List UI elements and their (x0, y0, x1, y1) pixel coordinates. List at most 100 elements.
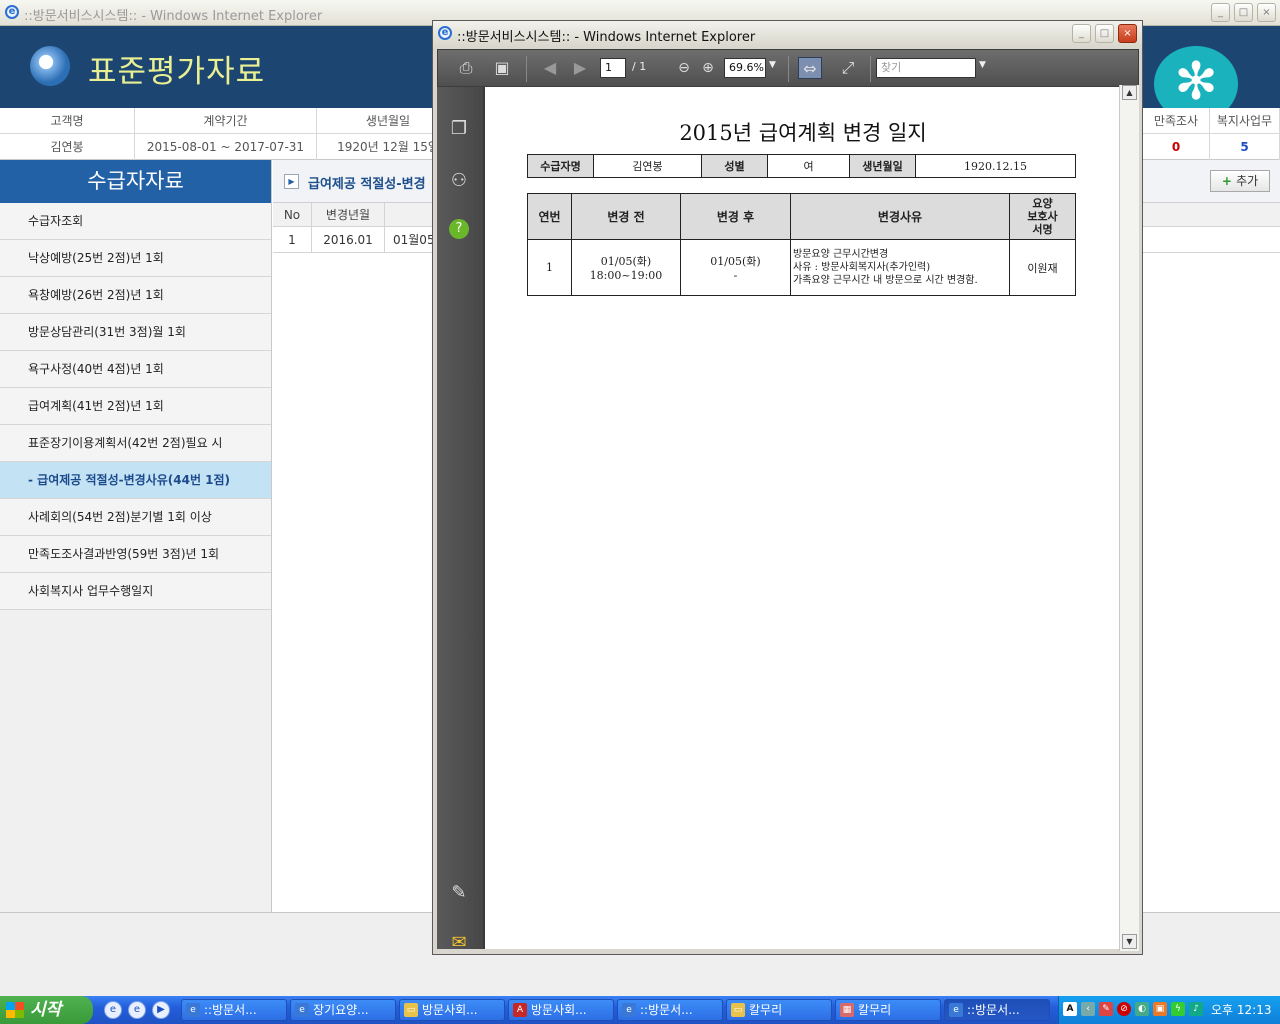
taskbar-item-4[interactable]: A 방문사회... (508, 999, 614, 1021)
taskbar-item-3[interactable]: ▭ 방문사회... (399, 999, 505, 1021)
popup-window: e ::방문서비스시스템:: - Windows Internet Explor… (432, 20, 1143, 955)
ie-icon: e (295, 1003, 309, 1017)
close-button[interactable]: × (1257, 3, 1276, 22)
taskbar-item-2[interactable]: e 장기요양... (290, 999, 396, 1021)
taskbar-item-6[interactable]: ▭ 칼무리 (726, 999, 832, 1021)
network-icon[interactable]: ◐ (1135, 1002, 1149, 1016)
banner-title: 표준평가자료 (88, 54, 266, 90)
vertical-scrollbar[interactable]: ▲ ▼ (1119, 85, 1139, 951)
logo-icon (30, 46, 70, 86)
info-value-welfare[interactable]: 5 (1210, 134, 1280, 160)
client-info-table: 수급자명 김연봉 성별 여 생년월일 1920.12.15 (527, 154, 1076, 178)
task-label: 방문사회... (422, 1003, 478, 1017)
popup-maximize-button[interactable]: □ (1095, 24, 1114, 43)
arrow-icon[interactable]: ‹ (1081, 1002, 1095, 1016)
log-before-date: 01/05(화) (600, 255, 652, 268)
sidebar-item-case-meeting[interactable]: 사례회의(54번 2점)분기별 1회 이상 (0, 499, 271, 536)
sidebar-item-client-lookup[interactable]: 수급자조회 (0, 203, 271, 240)
volume-icon[interactable]: ♪ (1189, 1002, 1203, 1016)
taskbar: 시작 e e ▶ e::방문서... e 장기요양... ▭ 방문사회... A 방문… (0, 996, 1280, 1024)
fit-width-icon[interactable]: ⇔ (798, 57, 822, 79)
log-header-after: 변경 후 (680, 193, 791, 240)
sidebar-item-bedsore-prevention[interactable]: 욕창예방(26번 2점)년 1회 (0, 277, 271, 314)
log-cell-after: 01/05(화) - (680, 239, 791, 296)
prev-page-icon[interactable]: ◀ (538, 57, 562, 79)
info-header-satisfaction: 만족조사 (1143, 108, 1210, 134)
expand-arrow-icon[interactable]: ▶ (284, 174, 299, 189)
grid-cell-no: 1 (273, 227, 312, 253)
next-page-icon[interactable]: ▶ (568, 57, 592, 79)
add-button-label: 추가 (1236, 174, 1259, 188)
popup-title-bar: e ::방문서비스시스템:: - Windows Internet Explor… (433, 21, 1142, 47)
find-dropdown-icon[interactable]: ▼ (979, 60, 986, 70)
change-log-table: 연번 변경 전 변경 후 변경사유 요양 보호사 서명 1 01/05(화) 18… (527, 193, 1076, 296)
attachment-icon[interactable]: ✎ (447, 881, 471, 905)
sidebar-item-standard-plan[interactable]: 표준장기이용계획서(42번 2점)필요 시 (0, 425, 271, 462)
zoom-out-icon[interactable]: ⊖ (672, 57, 696, 79)
log-reason-line-2: 사유 : 방문사회복지사(추가인력) (793, 262, 931, 273)
start-button[interactable]: 시작 (0, 996, 93, 1024)
taskbar-item-5[interactable]: e::방문서... (617, 999, 723, 1021)
log-after-time: - (733, 269, 738, 282)
scroll-down-icon[interactable]: ▼ (1122, 934, 1137, 949)
language-icon[interactable]: A (1063, 1002, 1077, 1016)
ie-icon: e (949, 1003, 963, 1017)
taskbar-item-8[interactable]: e::방문서... (944, 999, 1050, 1021)
pages-icon[interactable]: ❐ (447, 117, 471, 141)
toolbar-separator (870, 56, 871, 82)
info-value-satisfaction[interactable]: 0 (1143, 134, 1210, 160)
sidebar-item-visit-counseling[interactable]: 방문상담관리(31번 3점)월 1회 (0, 314, 271, 351)
minimize-button[interactable]: _ (1211, 3, 1230, 22)
add-button[interactable]: + 추가 (1210, 170, 1270, 192)
comments-icon[interactable]: ✉ (447, 931, 471, 955)
popup-close-button[interactable]: × (1118, 24, 1137, 43)
grid-cell-month: 2016.01 (312, 227, 385, 253)
help-icon[interactable]: ? (449, 219, 469, 239)
binoculars-icon[interactable]: ⚇ (447, 169, 471, 193)
toolbar-separator (526, 56, 527, 82)
app-icon[interactable]: ▣ (1153, 1002, 1167, 1016)
task-label: ::방문서... (640, 1003, 693, 1017)
sidebar-item-needs-assessment[interactable]: 욕구사정(40번 4점)년 1회 (0, 351, 271, 388)
task-label: ::방문서... (967, 1003, 1020, 1017)
page-number-input[interactable]: 1 (600, 58, 626, 78)
taskbar-item-1[interactable]: e::방문서... (181, 999, 287, 1021)
maximize-button[interactable]: □ (1234, 3, 1253, 22)
fit-page-icon[interactable]: ⤢ (836, 57, 860, 79)
info-header-welfare: 복지사업무 (1210, 108, 1280, 134)
scroll-up-icon[interactable]: ▲ (1122, 85, 1137, 100)
document-title: 2015년 급여계획 변경 일지 (679, 121, 927, 145)
sidebar-item-benefit-plan[interactable]: 급여계획(41번 2점)년 1회 (0, 388, 271, 425)
sidebar-item-change-reason[interactable]: - 급여제공 적절성-변경사유(44번 1점) (0, 462, 271, 499)
info-label-gender: 성별 (701, 154, 768, 178)
log-after-date: 01/05(화) (710, 255, 761, 268)
taskbar-item-7[interactable]: ▦ 칼무리 (835, 999, 941, 1021)
zoom-in-icon[interactable]: ⊕ (696, 57, 720, 79)
pdf-document: 2015년 급여계획 변경 일지 수급자명 김연봉 성별 여 생년월일 1920… (483, 87, 1119, 949)
find-input[interactable]: 찾기 (876, 58, 976, 78)
quicklaunch-ie-icon[interactable]: e (128, 1001, 146, 1019)
ie-icon: e (438, 26, 452, 40)
sidebar-item-satisfaction-survey[interactable]: 만족도조사결과반영(59번 3점)년 1회 (0, 536, 271, 573)
windows-flag-icon (6, 1002, 24, 1018)
page-total: / 1 (632, 60, 647, 73)
zoom-input[interactable]: 69.6% (724, 58, 766, 78)
log-reason-line-3: 가족요양 근무시간 내 방문으로 시간 변경함. (793, 275, 978, 286)
sync-icon[interactable]: ϟ (1171, 1002, 1185, 1016)
save-icon[interactable]: ▣ (490, 57, 514, 79)
pdf-tray-icon[interactable]: ✎ (1099, 1002, 1113, 1016)
quicklaunch-media-icon[interactable]: ▶ (152, 1001, 170, 1019)
log-header-reason: 변경사유 (790, 193, 1010, 240)
ie-icon: e (186, 1003, 200, 1017)
print-icon[interactable]: ⎙ (454, 57, 478, 79)
popup-minimize-button[interactable]: _ (1072, 24, 1091, 43)
block-icon[interactable]: ⊘ (1117, 1002, 1131, 1016)
table-row: 1 01/05(화) 18:00~19:00 01/05(화) - 방문요양 근무시… (527, 239, 1076, 296)
info-header-name: 고객명 (0, 108, 135, 134)
sidebar-item-social-worker-log[interactable]: 사회복지사 업무수행일지 (0, 573, 271, 610)
sidebar-item-fall-prevention[interactable]: 낙상예방(25번 2점)년 1회 (0, 240, 271, 277)
zoom-dropdown-icon[interactable]: ▼ (769, 60, 776, 70)
log-before-time: 18:00~19:00 (589, 269, 663, 282)
quicklaunch-browser-icon[interactable]: e (104, 1001, 122, 1019)
sidebar: 수급자자료 수급자조회 낙상예방(25번 2점)년 1회 욕창예방(26번 2점… (0, 160, 272, 912)
